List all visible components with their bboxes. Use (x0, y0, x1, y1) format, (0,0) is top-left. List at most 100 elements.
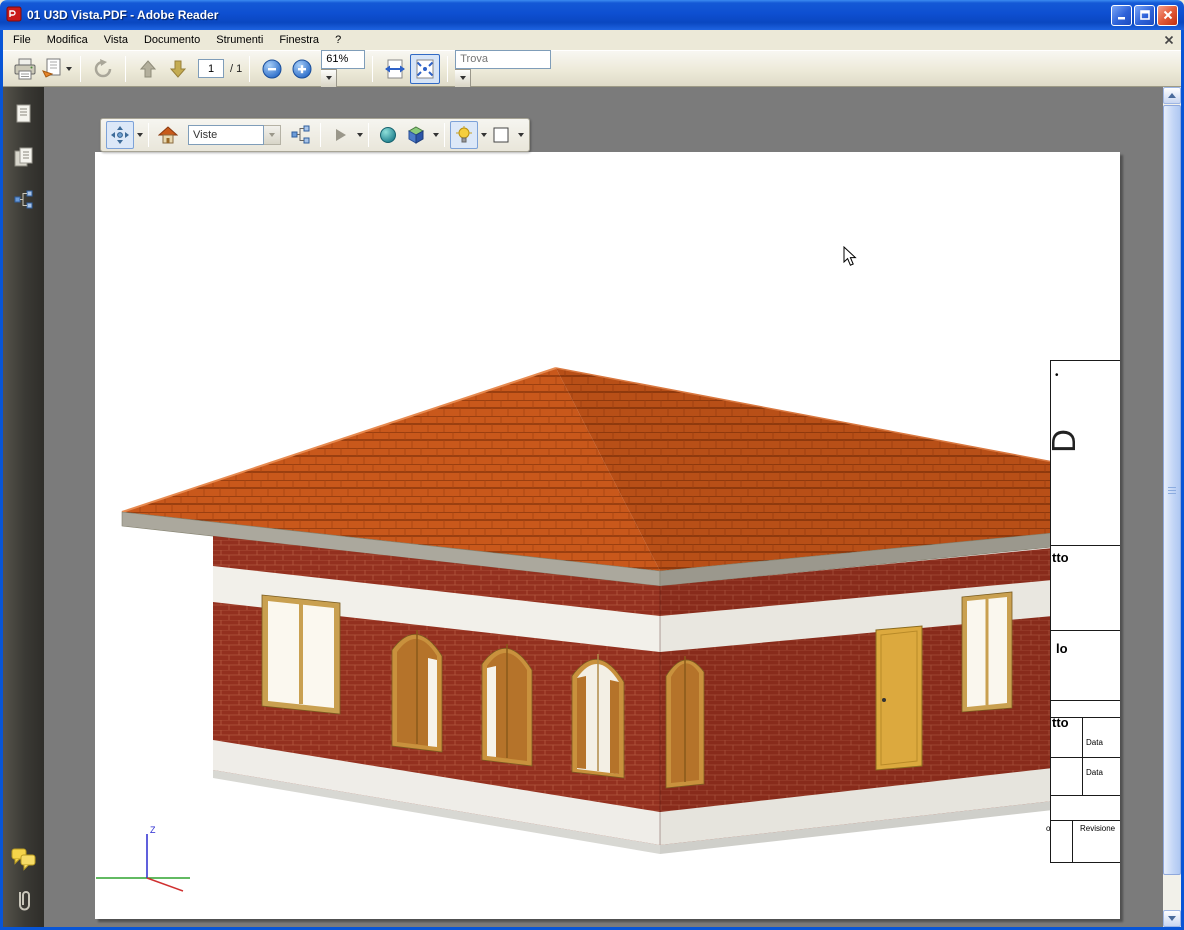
layers-panel-button[interactable] (10, 143, 38, 171)
titleblock-date2-label: Data (1086, 768, 1103, 777)
printer-icon (13, 58, 37, 80)
play-animation-button[interactable] (326, 121, 354, 149)
menu-strumenti[interactable]: Strumenti (208, 32, 271, 48)
zoom-in-button[interactable] (287, 54, 317, 84)
tree-icon (13, 189, 35, 211)
views-combo[interactable]: Viste (188, 125, 281, 145)
extra-views-cube-button[interactable] (402, 121, 430, 149)
views-dropdown-arrow[interactable] (264, 125, 281, 145)
background-color-button[interactable] (487, 121, 515, 149)
previous-view-button[interactable] (88, 54, 118, 84)
titleblock-row1: tto (1052, 550, 1069, 565)
drawing-titleblock: • D tto lo tto Data Data o Revisione (1050, 152, 1120, 919)
3d-toolbar: Viste (100, 118, 530, 152)
chevron-down-icon[interactable] (357, 133, 363, 137)
pages-panel-button[interactable] (10, 100, 38, 128)
right-window (962, 592, 1012, 712)
3d-house-model[interactable]: Z (95, 152, 1120, 919)
lamp-icon (454, 125, 474, 145)
titleblock-row3: tto (1052, 715, 1069, 730)
fit-width-icon (383, 58, 407, 80)
next-page-button[interactable] (163, 54, 193, 84)
fit-width-button[interactable] (380, 54, 410, 84)
titleblock-rev-label: Revisione (1080, 824, 1115, 833)
minimize-button[interactable] (1111, 5, 1132, 26)
titlebar[interactable]: 01 U3D Vista.PDF - Adobe Reader (0, 0, 1184, 30)
zoom-out-icon (261, 58, 283, 80)
menubar: File Modifica Vista Documento Strumenti … (0, 30, 1184, 51)
find-combo[interactable] (455, 50, 551, 88)
close-button[interactable] (1157, 5, 1178, 26)
fit-page-button[interactable] (410, 54, 440, 84)
menubar-close-icon[interactable] (1164, 35, 1174, 45)
chevron-down-icon[interactable] (433, 133, 439, 137)
background-color-icon (491, 125, 511, 145)
window-border-left (0, 30, 3, 930)
attachments-panel-button[interactable] (10, 888, 38, 916)
lighting-button[interactable] (450, 121, 478, 149)
play-icon (331, 126, 349, 144)
page-total-label: / 1 (230, 63, 242, 75)
chevron-down-icon (66, 67, 72, 71)
window-title: 01 U3D Vista.PDF - Adobe Reader (27, 8, 1109, 22)
chevron-down-icon[interactable] (137, 133, 143, 137)
cube-icon (406, 125, 426, 145)
pages-icon (14, 103, 34, 125)
comments-icon (11, 846, 37, 872)
find-input[interactable] (455, 50, 551, 69)
scroll-down-button[interactable] (1163, 910, 1181, 927)
home-icon (158, 125, 178, 145)
print-button[interactable] (10, 54, 40, 84)
entry-door (876, 626, 922, 770)
menu-modifica[interactable]: Modifica (39, 32, 96, 48)
previous-page-button[interactable] (133, 54, 163, 84)
rotate-tool-button[interactable] (106, 121, 134, 149)
save-copy-button[interactable] (40, 54, 73, 84)
comments-panel-button[interactable] (10, 845, 38, 873)
document-export-icon (41, 58, 63, 80)
menu-help[interactable]: ? (327, 32, 349, 48)
zoom-dropdown-arrow[interactable] (321, 69, 337, 88)
zoom-level-combo[interactable]: 61% (321, 50, 365, 88)
mouse-cursor (843, 246, 857, 267)
orbit-icon (110, 125, 130, 145)
zoom-in-icon (291, 58, 313, 80)
arched-window-3 (572, 654, 624, 778)
titleblock-vertical-text: D (1045, 429, 1083, 453)
titleblock-rev-left: o (1046, 824, 1050, 833)
zoom-level-value: 61% (321, 50, 365, 69)
axis-triad: Z (96, 825, 190, 891)
menu-documento[interactable]: Documento (136, 32, 208, 48)
arrow-down-icon (167, 58, 189, 80)
arched-window-1 (392, 630, 442, 752)
scrollbar-thumb[interactable] (1163, 105, 1181, 875)
views-value: Viste (188, 125, 264, 145)
rect-window (262, 595, 340, 714)
model-tree-icon (291, 125, 311, 145)
vertical-scrollbar[interactable] (1163, 87, 1181, 927)
arrow-down-icon (1168, 916, 1176, 921)
model-tree-button[interactable] (287, 121, 315, 149)
arrow-up-icon (137, 58, 159, 80)
default-view-home-button[interactable] (154, 121, 182, 149)
render-mode-icon (378, 125, 398, 145)
layers-icon (13, 146, 35, 168)
zoom-out-button[interactable] (257, 54, 287, 84)
fit-page-icon (413, 58, 437, 80)
render-mode-button[interactable] (374, 121, 402, 149)
find-dropdown-arrow[interactable] (455, 69, 471, 88)
page-number-input[interactable] (198, 59, 224, 78)
model-tree-panel-button[interactable] (10, 186, 38, 214)
chevron-down-icon[interactable] (518, 133, 524, 137)
titleblock-row2: lo (1056, 641, 1068, 656)
scroll-up-button[interactable] (1163, 87, 1181, 104)
menu-vista[interactable]: Vista (96, 32, 136, 48)
adobe-pdf-icon (6, 6, 22, 25)
arched-window-4 (666, 656, 704, 788)
menu-finestra[interactable]: Finestra (271, 32, 327, 48)
axis-z-label: Z (150, 825, 156, 835)
maximize-button[interactable] (1134, 5, 1155, 26)
arched-window-2 (482, 644, 532, 766)
menu-file[interactable]: File (5, 32, 39, 48)
navigation-pane (3, 87, 44, 927)
